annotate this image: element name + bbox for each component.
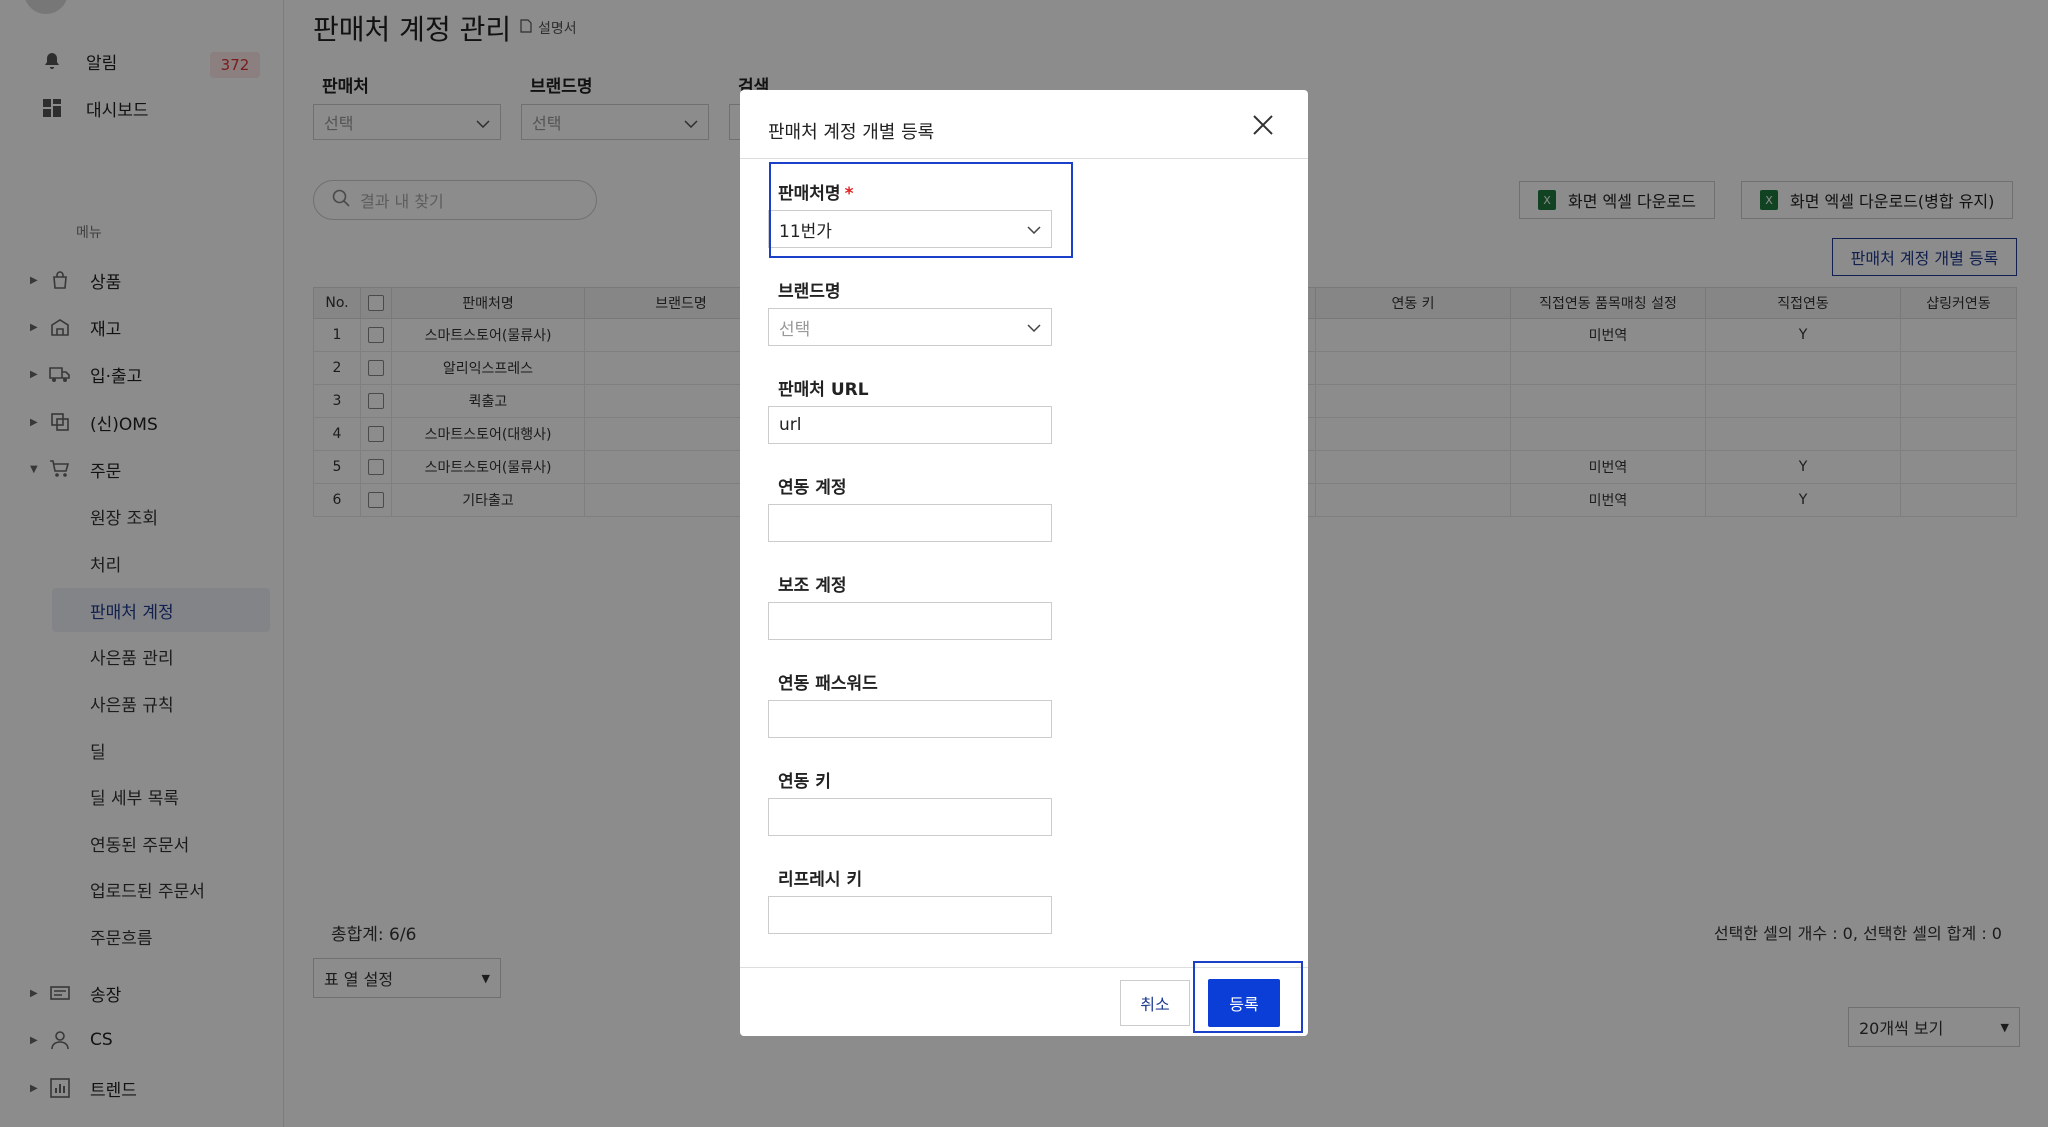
required-mark: *	[844, 184, 854, 204]
seller-url-value: url	[779, 415, 802, 435]
modal-close-button[interactable]	[1246, 110, 1280, 144]
link-key-input[interactable]	[768, 798, 1052, 836]
link-key-label: 연동 키	[778, 772, 831, 792]
seller-name-value: 11번가	[779, 221, 832, 242]
close-icon	[1251, 113, 1275, 141]
brand-label: 브랜드명	[778, 282, 841, 302]
modal-body: 판매처명 * 11번가 브랜드명 선택 판매처 URL url 연동 계정 보조 …	[740, 159, 1308, 967]
refresh-key-input[interactable]	[768, 896, 1052, 934]
sub-account-input[interactable]	[768, 602, 1052, 640]
seller-name-label: 판매처명 *	[778, 179, 853, 204]
register-seller-account-modal: 판매처 계정 개별 등록 판매처명 * 11번가 브랜드명 선택 판매처 URL …	[740, 90, 1308, 1036]
sub-account-label: 보조 계정	[778, 576, 847, 596]
modal-footer-divider	[740, 967, 1308, 968]
link-password-label: 연동 패스워드	[778, 674, 878, 694]
link-account-input[interactable]	[768, 504, 1052, 542]
seller-name-label-text: 판매처명	[778, 184, 841, 204]
chevron-down-icon	[1027, 317, 1041, 337]
seller-url-input[interactable]: url	[768, 406, 1052, 444]
brand-value: 선택	[779, 319, 811, 340]
submit-button[interactable]: 등록	[1208, 979, 1280, 1027]
refresh-key-label: 리프레시 키	[778, 870, 863, 890]
seller-url-label: 판매처 URL	[778, 380, 869, 400]
chevron-down-icon	[1027, 219, 1041, 239]
brand-select[interactable]: 선택	[768, 308, 1052, 346]
seller-name-select[interactable]: 11번가	[768, 210, 1052, 248]
link-password-input[interactable]	[768, 700, 1052, 738]
cancel-button[interactable]: 취소	[1120, 980, 1190, 1026]
modal-title: 판매처 계정 개별 등록	[768, 122, 935, 143]
link-account-label: 연동 계정	[778, 478, 847, 498]
